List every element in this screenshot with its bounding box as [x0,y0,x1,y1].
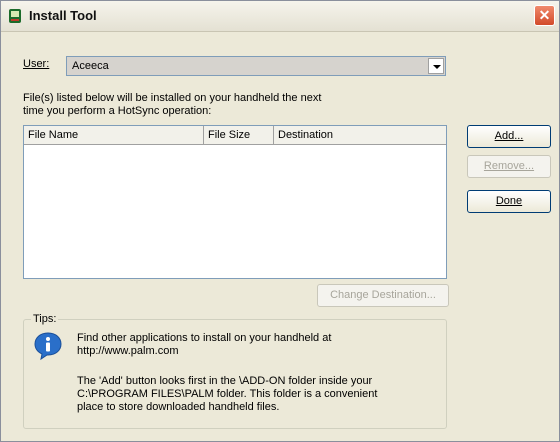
tip-line-1: Find other applications to install on yo… [77,332,332,344]
remove-button-label: Remove... [483,160,535,172]
tips-label: Tips: [31,313,59,325]
user-select-value: Aceeca [72,60,109,72]
column-file-name[interactable]: File Name [24,126,204,144]
tip-line-5: place to store downloaded handheld files… [77,401,280,413]
column-file-size[interactable]: File Size [204,126,274,144]
tip-line-2: http://www.palm.com [77,345,179,357]
file-list-header: File Name File Size Destination [24,126,446,145]
file-list[interactable]: File Name File Size Destination [23,125,447,279]
change-destination-button[interactable]: Change Destination... [317,284,449,307]
window-title: Install Tool [29,8,97,23]
change-destination-label: Change Destination... [330,289,436,301]
column-destination[interactable]: Destination [274,126,446,144]
remove-button[interactable]: Remove... [467,155,551,178]
done-button-label: Done [495,195,523,207]
tip-line-3: The 'Add' button looks first in the \ADD… [77,375,373,387]
user-select[interactable]: Aceeca [66,56,446,76]
user-label: User: [23,58,50,70]
close-icon: ✕ [538,7,551,23]
title-bar[interactable]: Install Tool ✕ [1,1,559,32]
palm-app-icon [9,9,21,23]
tip-line-4: C:\PROGRAM FILES\PALM folder. This folde… [77,388,378,400]
info-icon [34,332,62,361]
install-tool-window: Install Tool ✕ User: Aceeca File(s) list… [0,0,560,442]
description-line-2: time you perform a HotSync operation: [23,105,212,117]
add-button[interactable]: Add... [467,125,551,148]
description-line-1: File(s) listed below will be installed o… [23,92,322,104]
close-button[interactable]: ✕ [534,5,555,26]
add-button-label: Add... [494,130,524,142]
done-button[interactable]: Done [467,190,551,213]
chevron-down-icon[interactable] [428,58,444,74]
